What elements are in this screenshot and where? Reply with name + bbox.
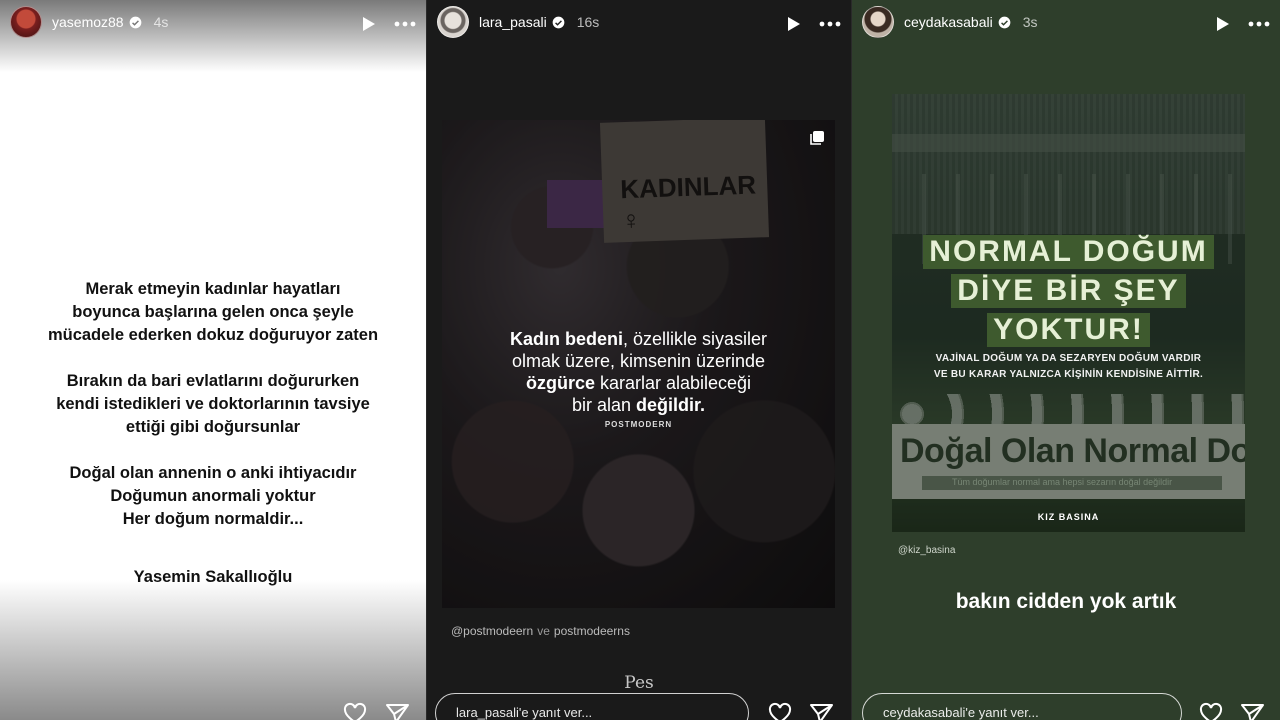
send-icon[interactable] (385, 702, 411, 720)
story-panel-yasemoz88[interactable]: yasemoz88 4s Merak etmeyin kadınlar haya… (0, 0, 426, 720)
quote-span: bir alan (571, 395, 637, 415)
username[interactable]: yasemoz88 (52, 14, 142, 30)
mention-link[interactable]: @postmodeern (451, 624, 533, 638)
brand-watermark: KIZ BASINA (1037, 512, 1100, 522)
paragraph: Doğal olan annenin o anki ihtiyacıdır Do… (0, 462, 426, 531)
text-line: boyunca başlarına gelen onca şeyle (72, 303, 354, 321)
caption-text: bakın cidden yok artık (955, 590, 1177, 613)
story-time: 3s (1022, 14, 1038, 30)
story-text-block: Merak etmeyin kadınlar hayatları boyunca… (0, 278, 426, 554)
mention-link[interactable]: postmodeerns (554, 624, 630, 638)
quote-text: Kadın bedeni, özellikle siyasiler olmak … (462, 328, 815, 416)
text-line: Doğal olan annenin o anki ihtiyacıdır (69, 464, 357, 482)
send-icon[interactable] (809, 702, 835, 720)
reply-input[interactable]: lara_pasali'e yanıt ver... (435, 693, 749, 720)
story-time: 4s (153, 14, 169, 30)
username[interactable]: lara_pasali (479, 14, 565, 30)
subheadline: VAJİNAL DOĞUM YA DA SEZARYEN DOĞUM VARDI… (892, 351, 1245, 383)
story-time: 16s (576, 14, 600, 30)
subheadline-line: VAJİNAL DOĞUM YA DA SEZARYEN DOĞUM VARDI… (935, 353, 1202, 364)
username-text[interactable]: ceydakasabali (904, 14, 993, 30)
username[interactable]: ceydakasabali (904, 14, 1011, 30)
text-line: ettiği gibi doğursunlar (125, 418, 301, 436)
verified-badge-icon (129, 16, 141, 28)
play-icon[interactable] (783, 13, 805, 35)
username-text[interactable]: yasemoz88 (52, 14, 124, 30)
brand-watermark: POSTMODERN (604, 420, 673, 429)
subheadline-line: VE BU KARAR YALNIZCA KİŞİNİN KENDİSİNE A… (933, 369, 1204, 380)
story-panel-ceydakasabali[interactable]: ceydakasabali 3s Doğal Olan Normal Doğ T… (851, 0, 1280, 720)
headline-line: YOKTUR! (892, 313, 1245, 347)
more-icon[interactable] (819, 13, 841, 35)
story-header: ceydakasabali 3s (852, 0, 1280, 72)
bottom-gradient (0, 580, 426, 720)
more-icon[interactable] (1248, 13, 1270, 35)
username-text[interactable]: lara_pasali (479, 14, 547, 30)
quote-bold: değildir. (636, 395, 706, 415)
text-line: Bırakın da bari evlatlarını doğururken (66, 372, 360, 390)
headline-line: NORMAL DOĞUM (892, 235, 1245, 269)
mention-conj: ve (537, 624, 550, 638)
avatar[interactable] (437, 6, 469, 38)
quote-span: olmak üzere, kimsenin üzerinde (511, 351, 766, 371)
paragraph: Merak etmeyin kadınlar hayatları boyunca… (0, 278, 426, 347)
headline-text: NORMAL DOĞUM (923, 235, 1214, 269)
story-header: yasemoz88 4s (0, 0, 426, 72)
quote-bold: Kadın bedeni (509, 329, 623, 349)
verified-badge-icon (552, 16, 565, 28)
more-icon[interactable] (394, 13, 416, 35)
avatar[interactable] (10, 6, 42, 38)
heart-icon[interactable] (342, 702, 368, 720)
quote-bold: özgürce (525, 373, 595, 393)
text-line: mücadele ederken dokuz doğuruyor zaten (47, 326, 379, 344)
avatar[interactable] (862, 6, 894, 38)
mention-line: @postmodeern ve postmodeerns (451, 624, 630, 638)
text-line: Doğumun anormali yoktur (110, 487, 316, 505)
quote-span: kararlar alabileceği (594, 373, 752, 393)
headline-text: YOKTUR! (987, 313, 1150, 347)
play-icon[interactable] (358, 13, 380, 35)
send-icon[interactable] (1240, 702, 1266, 720)
verified-badge-icon (998, 16, 1011, 28)
text-line: kendi istedikleri ve doktorlarının tavsi… (56, 395, 370, 413)
shared-post-image[interactable]: Doğal Olan Normal Doğ Tüm doğumlar norma… (892, 94, 1245, 532)
heart-icon[interactable] (767, 702, 793, 720)
quote-span: , özellikle siyasiler (622, 329, 768, 349)
shared-post-image[interactable]: KADINLAR ♀ Kadın bedeni, özellikle siyas… (442, 120, 835, 608)
paragraph: Bırakın da bari evlatlarını doğururken k… (0, 370, 426, 439)
text-line: Merak etmeyin kadınlar hayatları (85, 280, 341, 298)
headline-text: DİYE BİR ŞEY (951, 274, 1186, 308)
mention-link[interactable]: @kiz_basina (898, 545, 955, 556)
reply-input[interactable]: ceydakasabali'e yanıt ver... (862, 693, 1182, 720)
headline-line: DİYE BİR ŞEY (892, 274, 1245, 308)
story-header: lara_pasali 16s (427, 0, 851, 72)
heart-icon[interactable] (1198, 702, 1224, 720)
text-line: Her doğum normaldir... (122, 510, 304, 528)
multi-image-icon (810, 131, 824, 145)
caption-text: Pes (624, 673, 654, 693)
play-icon[interactable] (1212, 13, 1234, 35)
story-panel-lara-pasali[interactable]: lara_pasali 16s KADINLAR ♀ Kadın bedeni,… (426, 0, 851, 720)
